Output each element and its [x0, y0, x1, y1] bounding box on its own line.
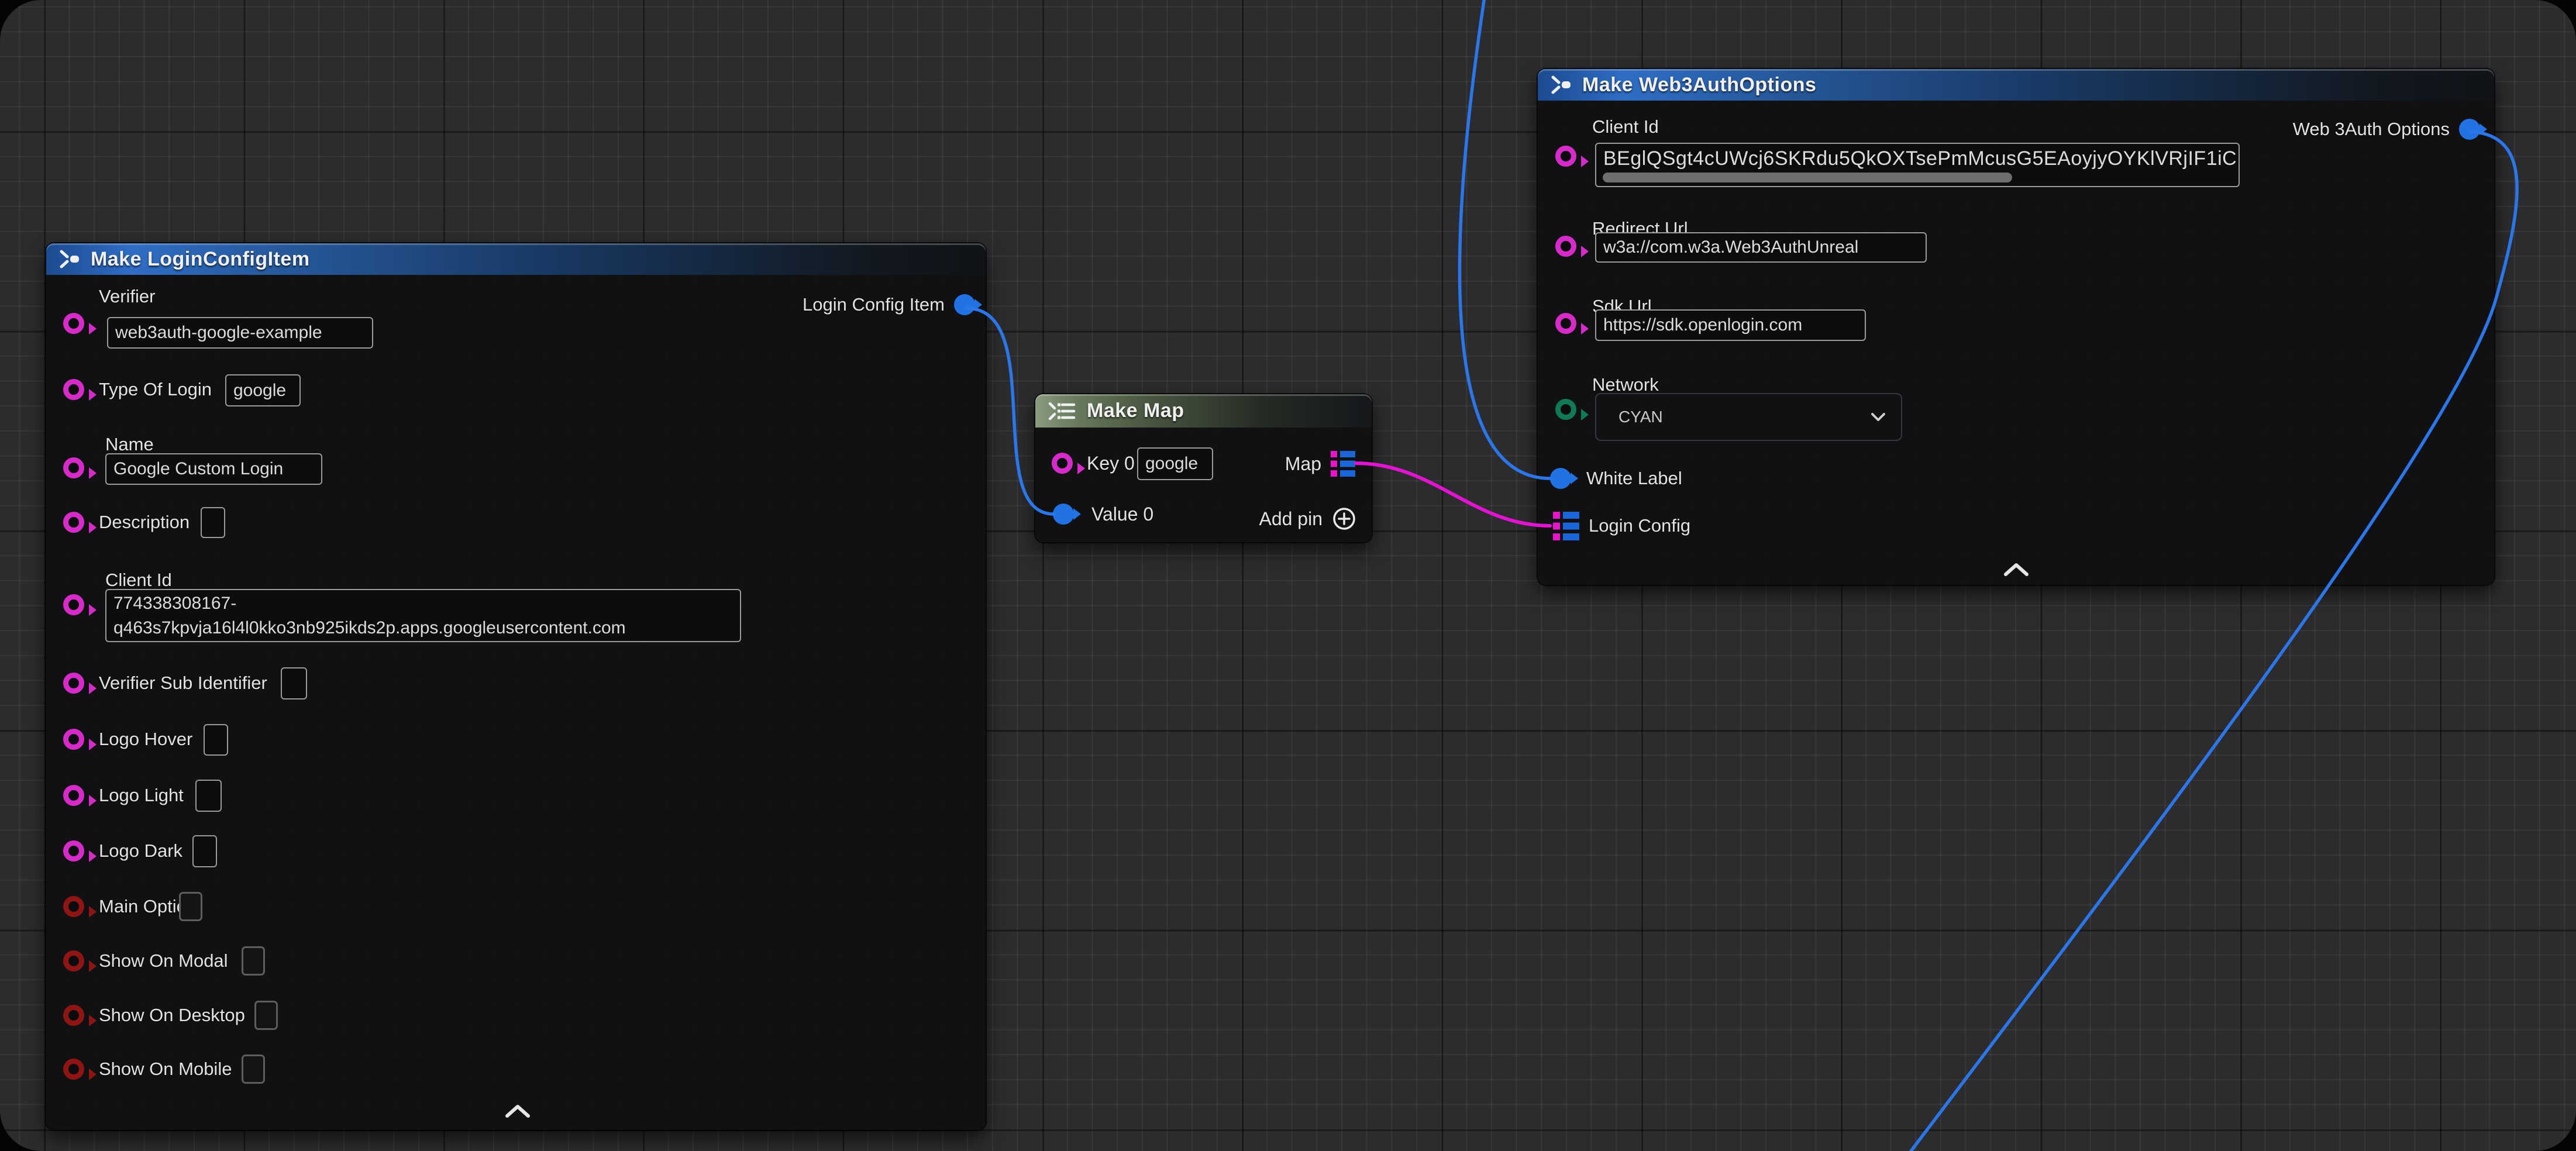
input-pin-show-on-modal[interactable]: [63, 950, 84, 971]
logo-hover-input[interactable]: [204, 724, 228, 756]
key-0-input[interactable]: google: [1137, 447, 1213, 480]
type-of-login-input[interactable]: google: [225, 374, 301, 406]
pin-row-login-config-item: Login Config Item: [803, 294, 975, 315]
output-pin-login-config-item[interactable]: [954, 294, 975, 315]
show-on-mobile-checkbox[interactable]: [242, 1054, 265, 1084]
input-pin-logo-dark[interactable]: [63, 840, 84, 861]
pin-row-map-output: Map: [1285, 450, 1355, 478]
input-pin-client-id[interactable]: [63, 594, 84, 615]
make-map-icon: [1047, 400, 1077, 422]
pin-label-key-0: Key 0: [1087, 453, 1135, 474]
input-pin-verifier-sub-identifier[interactable]: [63, 673, 84, 694]
add-pin-label: Add pin: [1259, 508, 1323, 530]
map-pin-icon-login-config[interactable]: [1553, 511, 1579, 542]
chevron-down-icon: [1871, 412, 1886, 422]
collapse-node-button[interactable]: [1993, 559, 2040, 580]
input-pin-network[interactable]: [1555, 399, 1576, 420]
input-pin-type-of-login[interactable]: [63, 379, 84, 400]
input-pin-name[interactable]: [63, 457, 84, 478]
node-make-loginconfigitem[interactable]: Make LoginConfigItem Login Config Item V…: [46, 243, 986, 1130]
client-id-input[interactable]: 774338308167-q463s7kpvja16l4l0kko3nb925i…: [105, 589, 741, 642]
node-header-make-map[interactable]: Make Map: [1035, 394, 1372, 428]
input-pin-value-0[interactable]: [1053, 504, 1074, 525]
pin-label-show-on-mobile: Show On Mobile: [99, 1059, 232, 1080]
network-dropdown-value: CYAN: [1618, 408, 1663, 426]
input-pin-client-id[interactable]: [1555, 146, 1576, 167]
node-make-web3authoptions[interactable]: Make Web3AuthOptions Web 3Auth Options C…: [1538, 69, 2494, 585]
pin-label-login-config: Login Config: [1589, 515, 1690, 536]
logo-dark-input[interactable]: [192, 835, 217, 867]
pin-label-logo-light: Logo Light: [99, 785, 184, 806]
main-option-checkbox[interactable]: [179, 892, 202, 921]
pin-label: Login Config Item: [803, 294, 945, 315]
pin-label-logo-dark: Logo Dark: [99, 840, 182, 861]
verifier-input[interactable]: web3auth-google-example: [107, 317, 373, 349]
pin-row-web3auth-options: Web 3Auth Options: [2293, 119, 2480, 140]
pin-label: Web 3Auth Options: [2293, 119, 2450, 140]
pin-label-name: Name: [105, 434, 154, 455]
node-make-map[interactable]: Make Map Key 0 google Value 0 Map Add pi…: [1035, 394, 1372, 542]
pin-label-map: Map: [1285, 453, 1321, 475]
show-on-modal-checkbox[interactable]: [242, 946, 265, 976]
pin-label-network: Network: [1592, 374, 1659, 395]
pin-label-show-on-desktop: Show On Desktop: [99, 1005, 245, 1026]
pin-label-description: Description: [99, 512, 190, 533]
node-title: Make LoginConfigItem: [91, 248, 310, 271]
collapse-arrow-icon: [505, 1104, 531, 1118]
sdk-url-input[interactable]: https://sdk.openlogin.com: [1595, 309, 1866, 341]
map-pin-icon[interactable]: [1331, 450, 1355, 478]
input-pin-verifier[interactable]: [63, 313, 84, 334]
show-on-desktop-checkbox[interactable]: [254, 1001, 278, 1030]
node-header-make-web3authoptions[interactable]: Make Web3AuthOptions: [1538, 69, 2494, 101]
input-pin-white-label[interactable]: [1550, 468, 1571, 489]
pin-label-type-of-login: Type Of Login: [99, 379, 212, 400]
description-input[interactable]: [201, 507, 225, 538]
verifier-sub-identifier-input[interactable]: [281, 667, 307, 699]
make-struct-icon: [58, 248, 81, 270]
name-input[interactable]: Google Custom Login: [105, 453, 322, 485]
node-header-make-loginconfigitem[interactable]: Make LoginConfigItem: [46, 243, 986, 275]
network-dropdown[interactable]: CYAN: [1595, 393, 1902, 441]
blueprint-editor: Make LoginConfigItem Login Config Item V…: [0, 0, 2576, 1151]
pin-label-client-id: Client Id: [105, 570, 172, 591]
input-pin-description[interactable]: [63, 512, 84, 533]
output-pin-web3auth-options[interactable]: [2459, 119, 2480, 140]
pin-label-logo-hover: Logo Hover: [99, 729, 192, 750]
add-pin-icon[interactable]: [1332, 506, 1356, 531]
pin-label-verifier: Verifier: [99, 286, 155, 307]
node-title: Make Web3AuthOptions: [1582, 74, 1816, 97]
logo-light-input[interactable]: [195, 780, 222, 812]
input-pin-show-on-mobile[interactable]: [63, 1059, 84, 1080]
add-pin-row[interactable]: Add pin: [1259, 506, 1356, 531]
pin-label-client-id: Client Id: [1592, 116, 1659, 137]
pin-label-value-0: Value 0: [1091, 504, 1153, 525]
input-pin-logo-hover[interactable]: [63, 729, 84, 750]
make-struct-icon: [1549, 74, 1573, 96]
collapse-node-button[interactable]: [494, 1101, 541, 1122]
input-pin-redirect-url[interactable]: [1555, 236, 1576, 257]
input-pin-sdk-url[interactable]: [1555, 313, 1576, 334]
redirect-url-input[interactable]: w3a://com.w3a.Web3AuthUnreal: [1595, 232, 1927, 263]
horizontal-scrollbar[interactable]: [1603, 173, 2012, 182]
input-pin-key-0[interactable]: [1052, 453, 1073, 474]
node-title: Make Map: [1087, 399, 1184, 422]
pin-label-verifier-sub-identifier: Verifier Sub Identifier: [99, 673, 267, 694]
pin-label-show-on-modal: Show On Modal: [99, 950, 228, 971]
collapse-arrow-icon: [2003, 563, 2029, 577]
input-pin-main-option[interactable]: [63, 896, 84, 917]
input-pin-logo-light[interactable]: [63, 785, 84, 806]
input-pin-show-on-desktop[interactable]: [63, 1005, 84, 1026]
pin-label-white-label: White Label: [1586, 468, 1682, 489]
